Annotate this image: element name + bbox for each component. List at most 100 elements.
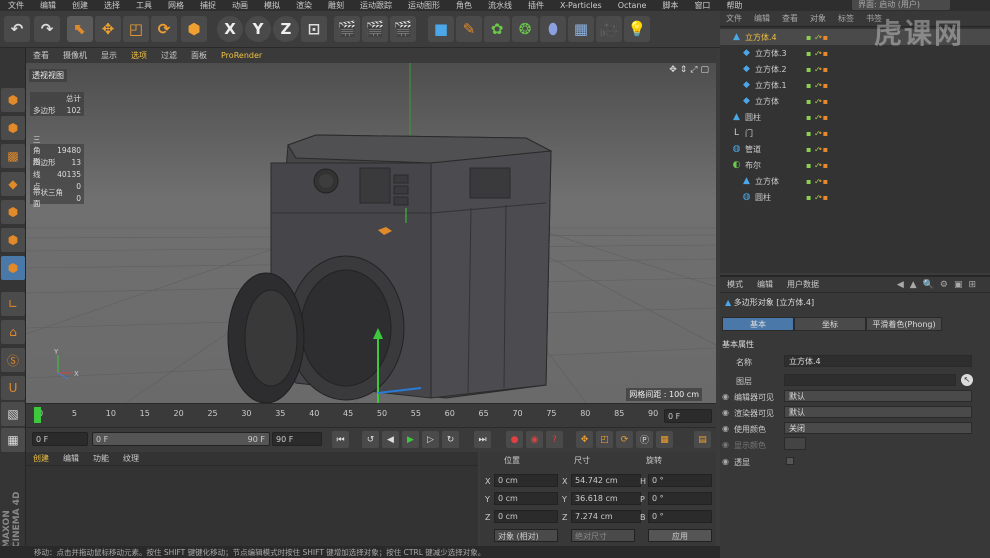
menu-octane[interactable]: Octane	[610, 1, 655, 10]
menu-x-particles[interactable]: X-Particles	[552, 1, 610, 10]
mat-menu-function[interactable]: 功能	[86, 453, 116, 464]
rotation-b-field[interactable]: 0 °	[648, 510, 712, 523]
model-mode-icon[interactable]: ⬢	[1, 116, 25, 140]
timeline-window-icon[interactable]: ▤	[694, 431, 711, 448]
radio-icon[interactable]: ◉	[722, 424, 729, 433]
key-scale-icon[interactable]: ◰	[596, 431, 613, 448]
prop-use-color-dropdown[interactable]: 关闭	[784, 422, 972, 434]
next-key-icon[interactable]: ↻	[442, 431, 459, 448]
tab-phong[interactable]: 平滑着色(Phong)	[866, 317, 942, 331]
object-row[interactable]: ▲ 立方体 ▪ ✓ •▪	[720, 173, 990, 189]
recent-tool-icon[interactable]: ⬢	[181, 16, 207, 42]
layer-pick-icon[interactable]: ↖	[961, 374, 973, 386]
magnet-icon[interactable]: U	[1, 376, 25, 400]
coord-mode-dropdown[interactable]: 对象 (相对)	[494, 529, 558, 542]
cube-icon[interactable]: ■	[428, 16, 454, 42]
object-row[interactable]: ▲ 圆柱 ▪ ✓ •▪	[720, 109, 990, 125]
prop-layer-field[interactable]	[784, 374, 956, 386]
render-settings-icon[interactable]: 🎬	[390, 16, 416, 42]
snap-icon[interactable]: Ⓢ	[1, 348, 25, 372]
pen-icon[interactable]: ✎	[456, 16, 482, 42]
menu-file[interactable]: 文件	[0, 0, 32, 11]
key-rotation-icon[interactable]: ⟳	[616, 431, 633, 448]
attr-menu-userdata[interactable]: 用户数据	[780, 279, 826, 290]
radio-icon[interactable]: ◉	[722, 457, 729, 466]
live-select-icon[interactable]: ⬉	[67, 16, 93, 42]
end-frame-field[interactable]: 90 F	[272, 432, 322, 446]
coordinate-system-icon[interactable]: ⊡	[301, 16, 327, 42]
attr-menu-mode[interactable]: 模式	[720, 279, 750, 290]
move-icon[interactable]: ✥	[95, 16, 121, 42]
vp-menu-options[interactable]: 选项	[124, 50, 154, 61]
tab-coordinates[interactable]: 坐标	[794, 317, 866, 331]
position-y-field[interactable]: 0 cm	[494, 492, 558, 505]
menu-plugins[interactable]: 插件	[520, 0, 552, 11]
start-frame-field[interactable]: 0 F	[32, 432, 88, 446]
layout-select[interactable]: 界面: 启动 (用户)	[851, 0, 950, 10]
xray-checkbox[interactable]	[786, 457, 794, 465]
obj-menu-tags[interactable]: 标签	[832, 13, 860, 24]
object-row[interactable]: ◆ 立方体.2 ▪ ✓ •▪	[720, 61, 990, 77]
obj-menu-file[interactable]: 文件	[720, 13, 748, 24]
menu-window[interactable]: 窗口	[686, 0, 718, 11]
undo-icon[interactable]: ↶	[4, 16, 30, 42]
render-view-icon[interactable]: 🎬	[334, 16, 360, 42]
viewport-perspective[interactable]: Y X 透视视图 ✥⇕⤢▢ 网格间距 : 100 cm	[26, 63, 716, 403]
tag-icon[interactable]: •▪	[818, 145, 828, 154]
menu-pipeline[interactable]: 流水线	[480, 0, 520, 11]
make-editable-icon[interactable]: ⬢	[1, 88, 25, 112]
menu-edit[interactable]: 编辑	[32, 0, 64, 11]
menu-select[interactable]: 选择	[96, 0, 128, 11]
attr-nav-icons[interactable]: ◀▲🔍⚙▣⊞	[897, 280, 990, 290]
key-position-icon[interactable]: ✥	[576, 431, 593, 448]
frame-range-slider[interactable]: 0 F 90 F	[92, 432, 270, 446]
points-mode-icon[interactable]: ⬢	[1, 200, 25, 224]
display-color-swatch[interactable]	[784, 437, 806, 450]
y-axis-icon[interactable]: Y	[245, 16, 271, 42]
object-row[interactable]: ◍ 管道 ▪ ✓ •▪	[720, 141, 990, 157]
menu-script[interactable]: 脚本	[654, 0, 686, 11]
position-z-field[interactable]: 0 cm	[494, 510, 558, 523]
tweak-mode-icon[interactable]: ⌂	[1, 320, 25, 344]
subdivision-icon[interactable]: ✿	[484, 16, 510, 42]
radio-icon[interactable]: ◉	[722, 408, 729, 417]
key-param-icon[interactable]: Ⓟ	[636, 431, 653, 448]
menu-render[interactable]: 渲染	[288, 0, 320, 11]
render-picture-viewer-icon[interactable]: 🎬	[362, 16, 388, 42]
menu-help[interactable]: 帮助	[718, 0, 750, 11]
position-x-field[interactable]: 0 cm	[494, 474, 558, 487]
record-icon[interactable]: ●	[506, 431, 523, 448]
goto-end-icon[interactable]: ⏭	[474, 431, 491, 448]
texture-mode-icon[interactable]: ▩	[1, 144, 25, 168]
tag-icon[interactable]: •▪	[818, 49, 828, 58]
mat-menu-texture[interactable]: 纹理	[116, 453, 146, 464]
menu-animate[interactable]: 动画	[224, 0, 256, 11]
prop-name-field[interactable]: 立方体.4	[784, 355, 972, 367]
object-row[interactable]: ◍ 圆柱 ▪ ✓ •▪	[720, 189, 990, 205]
tag-icon[interactable]: •▪	[818, 33, 828, 42]
mat-menu-create[interactable]: 创建	[26, 453, 56, 464]
object-row[interactable]: L 门 ▪ ✓ •▪	[720, 125, 990, 141]
timeline-ruler[interactable]: 051015202530354045505560657075808590 0 F	[26, 403, 716, 427]
menu-mesh[interactable]: 网格	[160, 0, 192, 11]
rotation-h-field[interactable]: 0 °	[648, 474, 712, 487]
vp-menu-prorender[interactable]: ProRender	[214, 51, 269, 60]
tag-icon[interactable]: •▪	[818, 81, 828, 90]
prev-frame-icon[interactable]: ◀	[382, 431, 399, 448]
menu-character[interactable]: 角色	[448, 0, 480, 11]
size-mode-dropdown[interactable]: 绝对尺寸	[571, 529, 635, 542]
vp-menu-filter[interactable]: 过滤	[154, 50, 184, 61]
playhead[interactable]	[34, 407, 41, 423]
floor-icon[interactable]: ▦	[568, 16, 594, 42]
mat-menu-edit[interactable]: 编辑	[56, 453, 86, 464]
apply-button[interactable]: 应用	[648, 529, 712, 542]
object-row[interactable]: ◆ 立方体 ▪ ✓ •▪	[720, 93, 990, 109]
prev-key-icon[interactable]: ↺	[362, 431, 379, 448]
menu-create[interactable]: 创建	[64, 0, 96, 11]
viewport-nav-icons[interactable]: ✥⇕⤢▢	[669, 65, 712, 75]
vp-menu-camera[interactable]: 摄像机	[56, 50, 94, 61]
tag-icon[interactable]: •▪	[818, 177, 828, 186]
key-pla-icon[interactable]: ▦	[656, 431, 673, 448]
menu-snap[interactable]: 捕捉	[192, 0, 224, 11]
camera-icon[interactable]: 🎥	[596, 16, 622, 42]
